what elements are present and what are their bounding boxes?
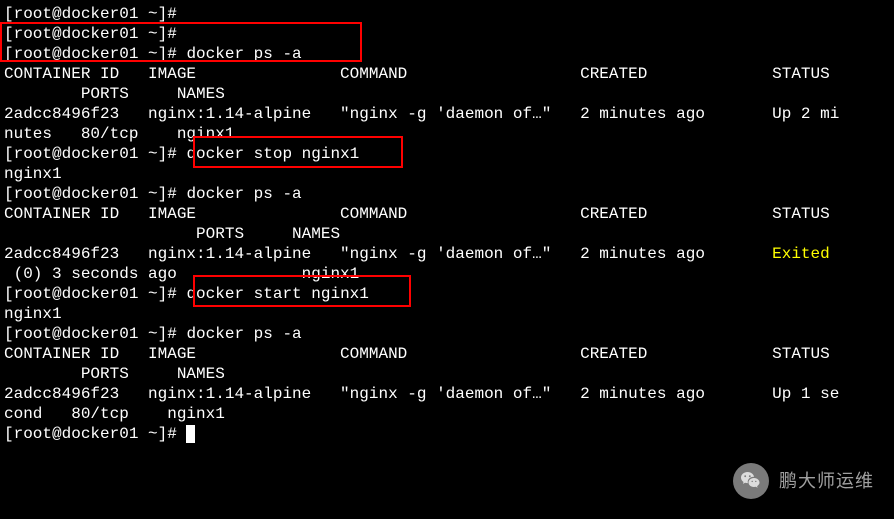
status-text: Up 1 se xyxy=(772,385,839,403)
table-header: CONTAINER ID IMAGE COMMAND CREATED STATU… xyxy=(4,64,890,84)
row-data: 2adcc8496f23 nginx:1.14-alpine "nginx -g… xyxy=(4,105,772,123)
table-row: (0) 3 seconds ago nginx1 xyxy=(4,264,890,284)
table-row: 2adcc8496f23 nginx:1.14-alpine "nginx -g… xyxy=(4,244,890,264)
command-line[interactable]: [root@docker01 ~]# docker start nginx1 xyxy=(4,284,890,304)
prompt-line: [root@docker01 ~]# xyxy=(4,24,890,44)
status-exited: Exited xyxy=(772,245,830,263)
table-row: nutes 80/tcp nginx1 xyxy=(4,124,890,144)
shell-prompt: [root@docker01 ~]# xyxy=(4,45,186,63)
command-text: docker ps -a xyxy=(186,45,301,63)
table-header: PORTS NAMES xyxy=(4,364,890,384)
table-header: PORTS NAMES xyxy=(4,84,890,104)
output-line: nginx1 xyxy=(4,164,890,184)
wechat-icon xyxy=(733,463,769,499)
shell-prompt: [root@docker01 ~]# xyxy=(4,285,186,303)
command-line[interactable]: [root@docker01 ~]# docker stop nginx1 xyxy=(4,144,890,164)
output-line: nginx1 xyxy=(4,304,890,324)
command-text: docker ps -a xyxy=(186,185,301,203)
command-text: docker ps -a xyxy=(186,325,301,343)
prompt-line: [root@docker01 ~]# xyxy=(4,4,890,24)
shell-prompt: [root@docker01 ~]# xyxy=(4,25,186,43)
status-text: Up 2 mi xyxy=(772,105,839,123)
command-line[interactable]: [root@docker01 ~]# docker ps -a xyxy=(4,184,890,204)
table-row: 2adcc8496f23 nginx:1.14-alpine "nginx -g… xyxy=(4,104,890,124)
shell-prompt: [root@docker01 ~]# xyxy=(4,325,186,343)
table-header: CONTAINER ID IMAGE COMMAND CREATED STATU… xyxy=(4,204,890,224)
cursor xyxy=(186,425,195,443)
prompt-line[interactable]: [root@docker01 ~]# xyxy=(4,424,890,444)
row-data: 2adcc8496f23 nginx:1.14-alpine "nginx -g… xyxy=(4,245,772,263)
command-text: docker stop nginx1 xyxy=(186,145,359,163)
command-text: docker start nginx1 xyxy=(186,285,368,303)
watermark: 鹏大师运维 xyxy=(733,463,874,499)
table-row: 2adcc8496f23 nginx:1.14-alpine "nginx -g… xyxy=(4,384,890,404)
shell-prompt: [root@docker01 ~]# xyxy=(4,5,186,23)
watermark-text: 鹏大师运维 xyxy=(779,470,874,493)
row-data: 2adcc8496f23 nginx:1.14-alpine "nginx -g… xyxy=(4,385,772,403)
command-line[interactable]: [root@docker01 ~]# docker ps -a xyxy=(4,44,890,64)
shell-prompt: [root@docker01 ~]# xyxy=(4,425,186,443)
table-row: cond 80/tcp nginx1 xyxy=(4,404,890,424)
command-line[interactable]: [root@docker01 ~]# docker ps -a xyxy=(4,324,890,344)
shell-prompt: [root@docker01 ~]# xyxy=(4,185,186,203)
table-header: CONTAINER ID IMAGE COMMAND CREATED STATU… xyxy=(4,344,890,364)
shell-prompt: [root@docker01 ~]# xyxy=(4,145,186,163)
table-header: PORTS NAMES xyxy=(4,224,890,244)
